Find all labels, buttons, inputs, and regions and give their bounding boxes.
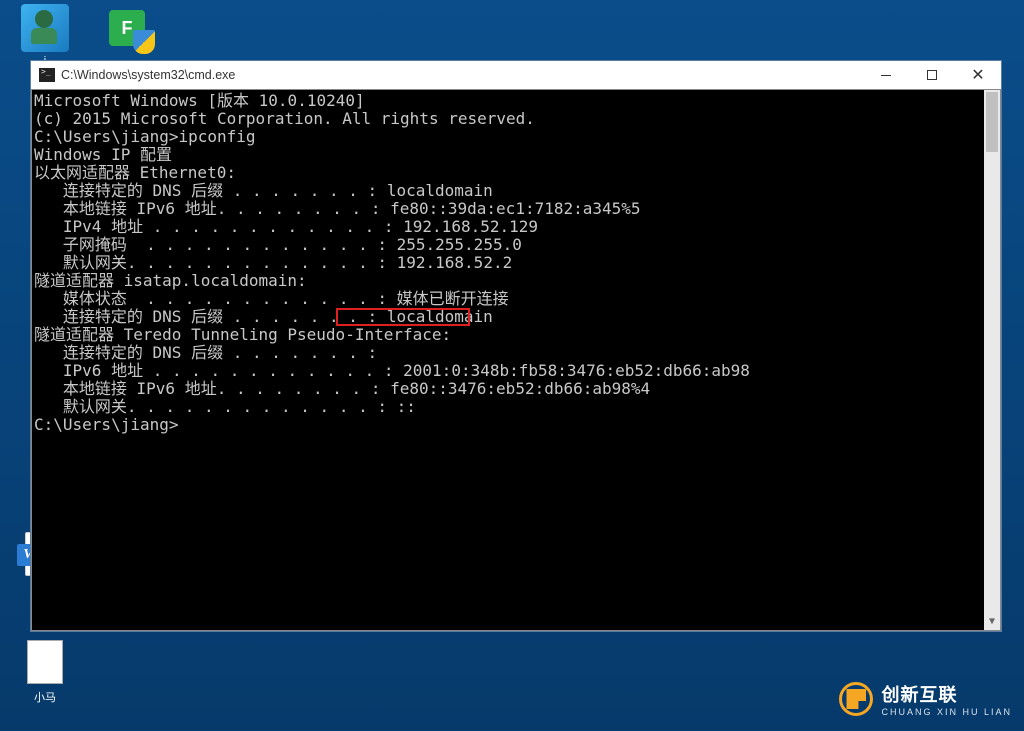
terminal-line: 连接特定的 DNS 后缀 . . . . . . . : xyxy=(34,344,998,362)
terminal-line: IPv4 地址 . . . . . . . . . . . . : 192.16… xyxy=(34,218,998,236)
file-icon xyxy=(21,638,69,686)
terminal-line: Microsoft Windows [版本 10.0.10240] xyxy=(34,92,998,110)
terminal-line: 连接特定的 DNS 后缀 . . . . . . . : localdomain xyxy=(34,182,998,200)
watermark-small: CHUANG XIN HU LIAN xyxy=(881,707,1012,717)
terminal-line: C:\Users\jiang>ipconfig xyxy=(34,128,998,146)
terminal-line: 以太网适配器 Ethernet0: xyxy=(34,164,998,182)
scroll-down-icon[interactable]: ▼ xyxy=(984,614,1000,630)
terminal-line: C:\Users\jiang> xyxy=(34,416,998,434)
maximize-button[interactable] xyxy=(909,61,955,89)
terminal-line: IPv6 地址 . . . . . . . . . . . . : 2001:0… xyxy=(34,362,998,380)
watermark-big: 创新互联 xyxy=(881,681,1012,707)
desktop-icon-fiddler[interactable]: F xyxy=(92,4,162,55)
terminal-line: 隧道适配器 Teredo Tunneling Pseudo-Interface: xyxy=(34,326,998,344)
desktop-icon-file[interactable]: 小马 xyxy=(10,638,80,705)
terminal-line: 连接特定的 DNS 后缀 . . . . . . . : localdomain xyxy=(34,308,998,326)
minimize-button[interactable] xyxy=(863,61,909,89)
close-button[interactable]: ✕ xyxy=(955,61,1001,89)
terminal-line: 媒体状态 . . . . . . . . . . . . : 媒体已断开连接 xyxy=(34,290,998,308)
watermark: 创新互联 CHUANG XIN HU LIAN xyxy=(839,681,1012,717)
terminal-line: 子网掩码 . . . . . . . . . . . . : 255.255.2… xyxy=(34,236,998,254)
scrollbar[interactable]: ▲ ▼ xyxy=(984,90,1000,630)
terminal-line: Windows IP 配置 xyxy=(34,146,998,164)
watermark-icon xyxy=(839,682,873,716)
user-icon xyxy=(21,4,69,52)
cmd-icon xyxy=(39,68,55,82)
window-title: C:\Windows\system32\cmd.exe xyxy=(61,68,235,82)
terminal-line: 默认网关. . . . . . . . . . . . . : :: xyxy=(34,398,998,416)
terminal-output[interactable]: Microsoft Windows [版本 10.0.10240](c) 201… xyxy=(31,89,1001,631)
terminal-line: 本地链接 IPv6 地址. . . . . . . . : fe80::39da… xyxy=(34,200,998,218)
titlebar[interactable]: C:\Windows\system32\cmd.exe ✕ xyxy=(31,61,1001,89)
desktop-icon-user[interactable]: j xyxy=(10,4,80,67)
cmd-window: C:\Windows\system32\cmd.exe ✕ Microsoft … xyxy=(30,60,1002,632)
flag-icon: F xyxy=(103,4,151,52)
terminal-line: 本地链接 IPv6 地址. . . . . . . . : fe80::3476… xyxy=(34,380,998,398)
terminal-line: 隧道适配器 isatap.localdomain: xyxy=(34,272,998,290)
desktop-icon-label: 小马 xyxy=(10,689,80,705)
scroll-thumb[interactable] xyxy=(986,92,998,152)
terminal-line: 默认网关. . . . . . . . . . . . . : 192.168.… xyxy=(34,254,998,272)
terminal-line: (c) 2015 Microsoft Corporation. All righ… xyxy=(34,110,998,128)
